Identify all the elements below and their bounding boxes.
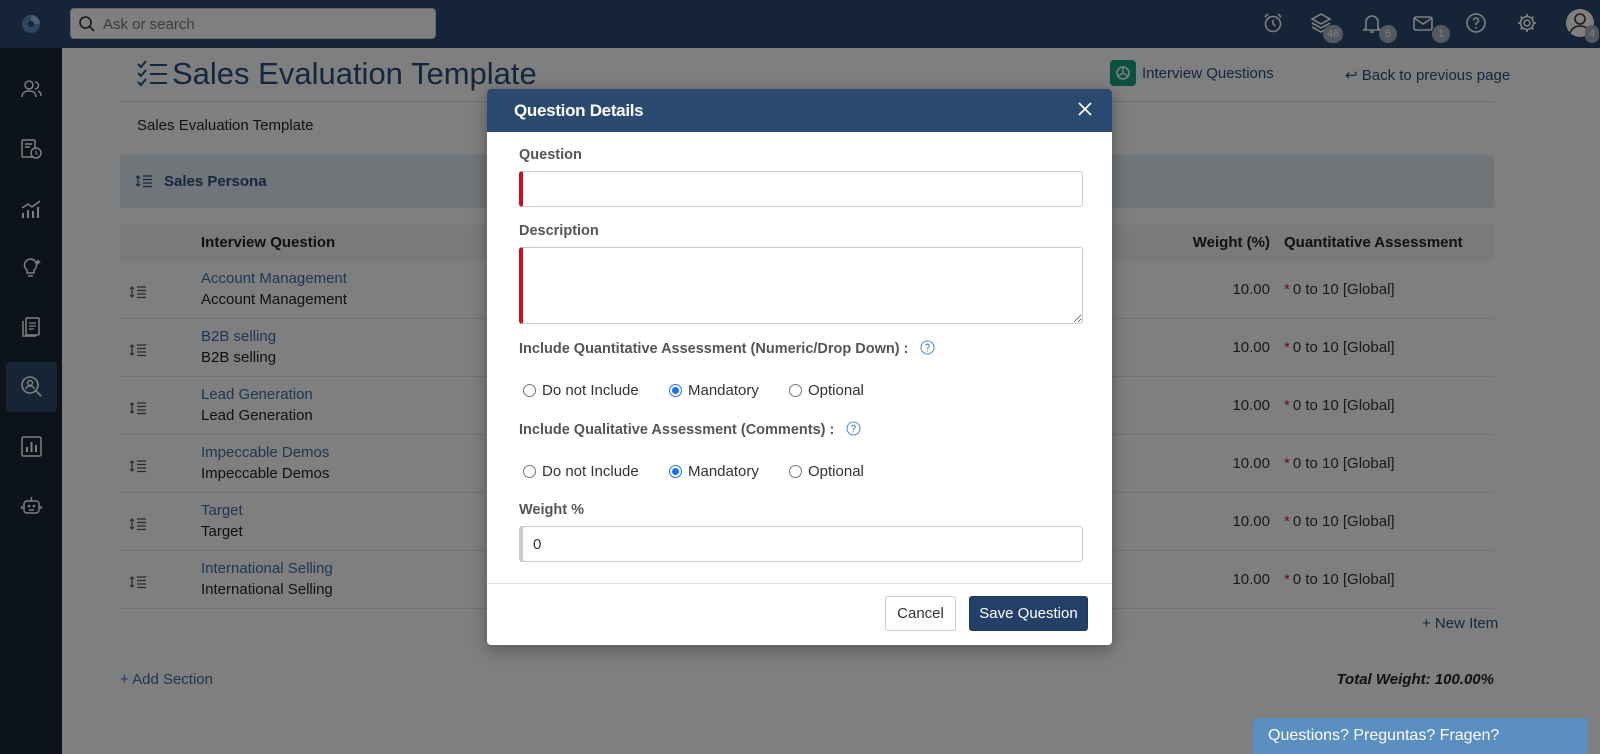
radio-label: Do not Include xyxy=(542,382,639,399)
modal-header: Question Details xyxy=(487,89,1112,132)
qualitative-label: Include Qualitative Assessment (Comments… xyxy=(519,421,861,438)
modal-title: Question Details xyxy=(514,101,644,120)
qualitative-option-do-not-include[interactable]: Do not Include xyxy=(523,463,639,480)
quantitative-option-do-not-include[interactable]: Do not Include xyxy=(523,382,639,399)
question-label: Question xyxy=(519,147,582,163)
description-textarea[interactable] xyxy=(519,247,1083,324)
qualitative-option-optional[interactable]: Optional xyxy=(789,463,864,480)
question-circle-icon[interactable] xyxy=(920,340,936,355)
quantitative-label-text: Include Quantitative Assessment (Numeric… xyxy=(519,341,909,357)
close-icon[interactable] xyxy=(1077,101,1093,117)
description-label: Description xyxy=(519,223,599,239)
radio-button[interactable] xyxy=(523,465,536,478)
question-circle-icon[interactable] xyxy=(846,421,861,436)
radio-label: Do not Include xyxy=(542,463,639,480)
qualitative-label-text: Include Qualitative Assessment (Comments… xyxy=(519,422,835,438)
quantitative-radio-group: Do not Include Mandatory Optional xyxy=(523,382,1083,402)
radio-label: Optional xyxy=(808,463,864,480)
weight-input[interactable] xyxy=(519,526,1083,562)
radio-label: Mandatory xyxy=(688,463,759,480)
qualitative-option-mandatory[interactable]: Mandatory xyxy=(669,463,759,480)
quantitative-label: Include Quantitative Assessment (Numeric… xyxy=(519,340,936,357)
quantitative-option-mandatory[interactable]: Mandatory xyxy=(669,382,759,399)
help-widget-label: Questions? Preguntas? Fragen? xyxy=(1268,727,1500,744)
radio-label: Optional xyxy=(808,382,864,399)
radio-button[interactable] xyxy=(523,384,536,397)
quantitative-option-optional[interactable]: Optional xyxy=(789,382,864,399)
question-details-modal: Question Details Question Description In… xyxy=(487,89,1112,645)
weight-label: Weight % xyxy=(519,502,584,518)
help-chat-widget[interactable]: Questions? Preguntas? Fragen? xyxy=(1253,718,1588,754)
radio-button[interactable] xyxy=(669,384,682,397)
radio-button[interactable] xyxy=(789,384,802,397)
cancel-button[interactable]: Cancel xyxy=(885,596,956,631)
qualitative-radio-group: Do not Include Mandatory Optional xyxy=(523,463,1083,483)
radio-button[interactable] xyxy=(669,465,682,478)
save-question-button[interactable]: Save Question xyxy=(969,596,1088,631)
question-input[interactable] xyxy=(519,171,1083,207)
modal-footer-divider xyxy=(487,583,1112,584)
radio-button[interactable] xyxy=(789,465,802,478)
radio-label: Mandatory xyxy=(688,382,759,399)
